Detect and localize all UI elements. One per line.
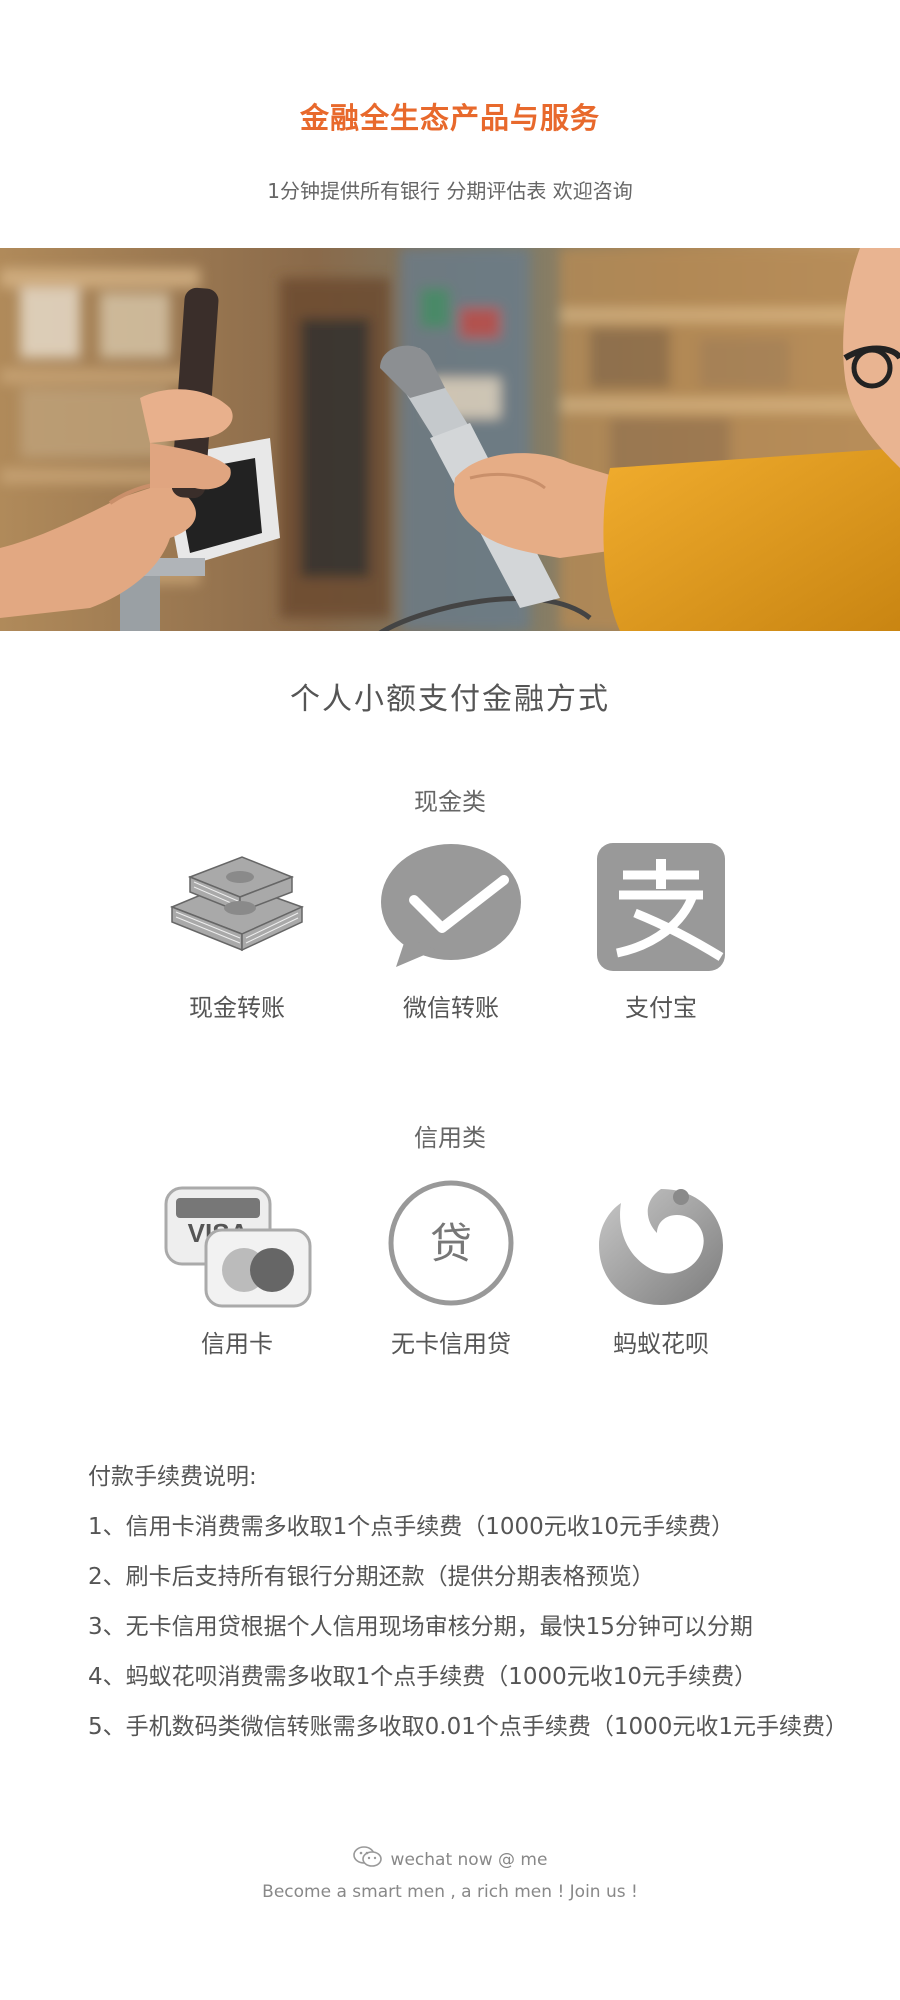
icon-row-cash: 现金转账 微信转账 支付宝 [0,840,900,1040]
group-label-credit: 信用类 [414,1124,486,1152]
fee-note-line: 4、蚂蚁花呗消费需多收取1个点手续费（1000元收10元手续费） [88,1664,758,1690]
tile-wechat-transfer[interactable]: 微信转账 [376,840,526,1023]
credit-card-icon: VISA [162,1176,312,1310]
footer: wechat now @ me Become a smart men , a r… [0,1845,900,1902]
fee-notes: 付款手续费说明: 1、信用卡消费需多收取1个点手续费（1000元收10元手续费）… [88,1452,848,1752]
tile-credit-card[interactable]: VISA 信用卡 [162,1176,312,1359]
footer-line-2: Become a smart men , a rich men ! Join u… [262,1882,638,1902]
loan-glyph: 贷 [430,1219,472,1268]
fee-note-line: 1、信用卡消费需多收取1个点手续费（1000元收10元手续费） [88,1514,735,1540]
footer-wechat-text: wechat now @ me [390,1849,548,1870]
wechat-pay-icon [376,840,526,974]
page: 金融全生态产品与服务 1分钟提供所有银行 分期评估表 欢迎咨询 个人小额支付金融… [0,0,900,2000]
fee-note-line: 5、手机数码类微信转账需多收取0.01个点手续费（1000元收1元手续费） [88,1714,849,1740]
section-title: 个人小额支付金融方式 [290,682,610,717]
fee-note-line: 3、无卡信用贷根据个人信用现场审核分期，最快15分钟可以分期 [88,1614,753,1640]
tile-label: 无卡信用贷 [391,1330,511,1358]
tile-cash-transfer[interactable]: 现金转账 [162,840,312,1023]
footer-line-1: wechat now @ me [0,1845,900,1874]
tile-cardless-loan[interactable]: 贷 无卡信用贷 [376,1176,526,1359]
tile-huabei[interactable]: 蚂蚁花呗 [586,1176,736,1359]
tile-label: 现金转账 [189,994,285,1022]
alipay-icon [586,840,736,974]
hero-photo [0,248,900,631]
page-title: 金融全生态产品与服务 [299,101,600,135]
group-label-cash: 现金类 [414,788,486,816]
loan-icon: 贷 [376,1176,526,1310]
fee-note-line: 2、刷卡后支持所有银行分期还款（提供分期表格预览） [88,1564,655,1590]
fee-notes-heading: 付款手续费说明: [88,1464,257,1490]
tile-label: 微信转账 [403,994,499,1022]
wechat-icon [352,1845,383,1874]
tile-alipay[interactable]: 支付宝 [586,840,736,1023]
hero-image [0,248,900,631]
page-subtitle: 1分钟提供所有银行 分期评估表 欢迎咨询 [267,179,633,203]
tile-label: 蚂蚁花呗 [613,1330,709,1358]
tile-label: 信用卡 [201,1330,273,1358]
cash-stack-icon [162,840,312,974]
huabei-icon [586,1176,736,1310]
tile-label: 支付宝 [625,994,697,1022]
icon-row-credit: VISA 信用卡 贷 无卡信用贷 [0,1176,900,1376]
